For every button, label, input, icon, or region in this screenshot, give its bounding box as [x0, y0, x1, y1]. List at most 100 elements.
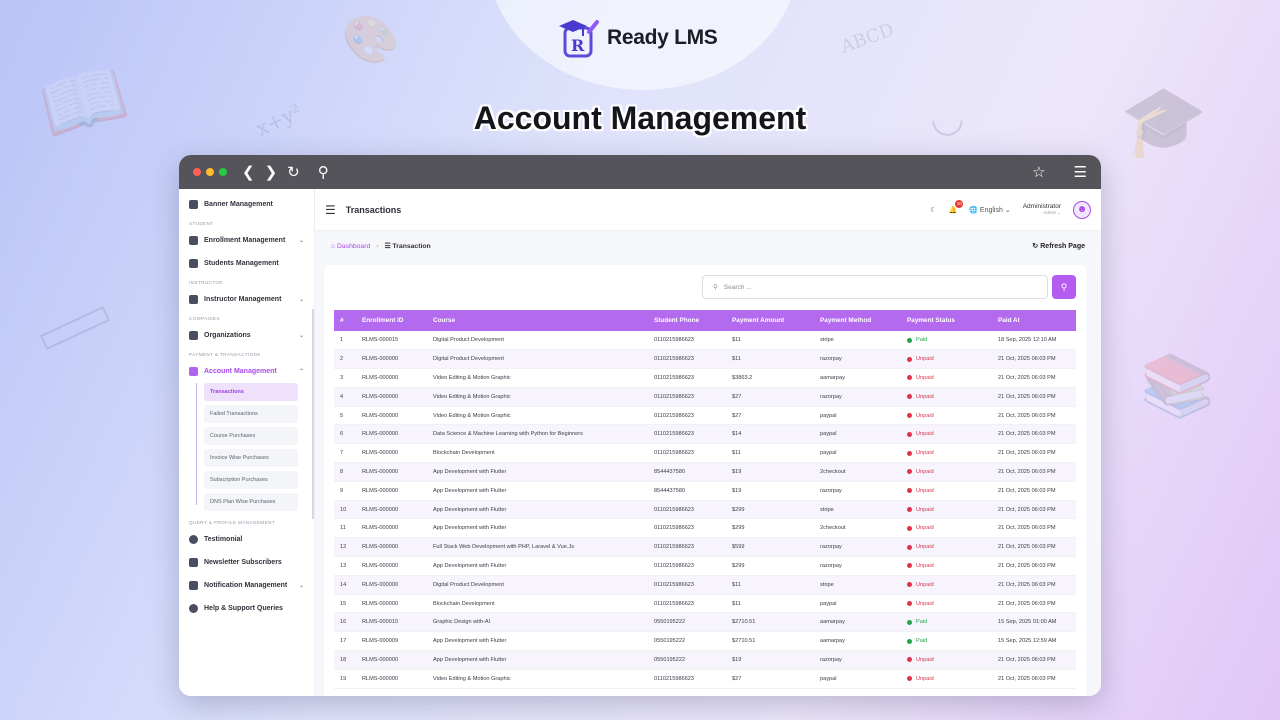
maximize-window-button[interactable] [219, 168, 227, 176]
sidebar-section-payment: PAYMENT & TRANSACTIONS [189, 352, 261, 357]
star-icon[interactable]: ☆ [1032, 163, 1045, 181]
table-cell: 0110215986623 [654, 506, 695, 513]
status-badge: Unpaid [907, 507, 986, 513]
table-row[interactable]: 18 RLMS-000000 App Development with Flutte… [334, 650, 1076, 670]
notification-bell-icon[interactable]: 🔔 10 [949, 199, 964, 214]
submenu-item-invoice-wise-purchases[interactable]: Invoice Wise Purchases [204, 449, 298, 467]
table-row[interactable]: 17 RLMS-000009 App Development with Flutte… [334, 632, 1076, 651]
search-input[interactable]: ⚲ Search ... [702, 275, 1048, 299]
sidebar-item-instructor-management[interactable]: Instructor Management ⌄ [179, 288, 314, 311]
table-cell: RLMS-000000 [362, 581, 399, 588]
column-header[interactable]: Course [427, 310, 648, 331]
enrollment-icon [189, 236, 198, 245]
status-badge: Unpaid [907, 676, 986, 682]
breadcrumb-home-link[interactable]: ⌂ Dashboard [331, 243, 370, 250]
sidebar-item-help-support-queries[interactable]: Help & Support Queries [179, 597, 314, 620]
table-row[interactable]: 12 RLMS-000000 Full Stack Web Development … [334, 537, 1076, 557]
status-badge: Unpaid [907, 413, 986, 419]
refresh-page-button[interactable]: ↻ Refresh Page [1032, 242, 1085, 250]
column-header[interactable]: Student Phone [648, 310, 726, 331]
table-row[interactable]: 8 RLMS-000000 App Development with Flutter… [334, 462, 1076, 482]
notification-count-badge: 10 [955, 199, 964, 208]
submenu-item-course-purchases[interactable]: Course Purchases [204, 427, 298, 445]
table-row[interactable]: 19 RLMS-000000 Video Editing & Motion Grap… [334, 669, 1076, 689]
table-row[interactable]: 13 RLMS-000000 App Development with Flutte… [334, 557, 1076, 576]
column-header[interactable]: Payment Amount [726, 310, 814, 331]
table-row[interactable]: 6 RLMS-000000 Data Science & Machine Learn… [334, 424, 1076, 444]
table-cell: Video Editing & Motion Graphic [433, 374, 511, 381]
sidebar-item-enrollment-management[interactable]: Enrollment Management ⌄ [179, 229, 314, 252]
table-cell: $27 [732, 412, 742, 419]
column-header[interactable]: # [334, 310, 356, 331]
column-header[interactable]: Payment Status [901, 310, 992, 331]
sidebar-section-companies: COMPANIES [189, 316, 220, 321]
table-cell: Full Stack Web Development with PHP, Lar… [433, 544, 575, 551]
hamburger-menu-icon[interactable]: ☰ [325, 203, 336, 217]
table-row[interactable]: 16 RLMS-000010 Graphic Design with-AI 05501… [334, 612, 1076, 632]
close-window-button[interactable] [193, 168, 201, 176]
avatar[interactable]: ☻ [1073, 200, 1091, 219]
table-row[interactable]: 2 RLMS-000000 Digital Product Development 0… [334, 349, 1076, 369]
table-cell: 0110215986623 [654, 675, 695, 682]
table-row[interactable]: 5 RLMS-000000 Video Editing & Motion Graph… [334, 406, 1076, 425]
submenu-item-dns-plan-wise-purchases[interactable]: DNS Plan Wise Purchases [204, 493, 298, 511]
table-cell: 4 [340, 393, 344, 400]
sidebar-item-testimonial[interactable]: Testimonial [179, 528, 314, 551]
submenu-item-failed-transactions[interactable]: Failed Transactions [204, 405, 298, 423]
table-row[interactable]: 10 RLMS-000000 App Development with Flutte… [334, 500, 1076, 519]
dark-mode-toggle-icon[interactable]: ☾ [930, 206, 936, 214]
transactions-table: # Enrollment ID Course Student Phone Payment… [334, 310, 1076, 689]
status-badge: Unpaid [907, 469, 986, 475]
table-row[interactable]: 3 RLMS-000000 Video Editing & Motion Graph… [334, 369, 1076, 388]
table-cell: App Development with Flutter [433, 638, 507, 645]
sidebar-item-account-management[interactable]: Account Management ⌃ [179, 360, 314, 383]
table-cell: 0110215986623 [654, 412, 695, 419]
table-row[interactable]: 4 RLMS-000000 Video Editing & Motion Graph… [334, 387, 1076, 407]
table-row[interactable]: 11 RLMS-000000 App Development with Flutte… [334, 519, 1076, 538]
submenu-item-transactions[interactable]: Transactions [204, 383, 298, 401]
forward-icon[interactable]: ❯ [265, 163, 278, 181]
table-cell: $599 [732, 544, 745, 551]
language-selector[interactable]: 🌐 English ⌄ [969, 206, 1010, 214]
main-content: ☰ Transactions ☾ 🔔 10 🌐 English ⌄ Adminis… [315, 189, 1101, 696]
chevron-down-icon: ⌄ [298, 238, 304, 244]
search-button[interactable]: ⚲ [1052, 275, 1076, 299]
status-badge: Unpaid [907, 657, 986, 663]
sidebar-item-organizations[interactable]: Organizations ⌄ [179, 324, 314, 347]
table-row[interactable]: 7 RLMS-000000 Blockchain Development 011021… [334, 444, 1076, 463]
back-icon[interactable]: ❮ [242, 163, 255, 181]
column-header[interactable]: Enrollment ID [356, 310, 427, 331]
status-dot-icon [907, 601, 912, 607]
table-cell: $27 [732, 675, 742, 682]
table-cell: 17 [340, 638, 347, 645]
sidebar-item-banner-management[interactable]: Banner Management [179, 193, 314, 216]
payment-status-cell: Unpaid [901, 651, 992, 670]
table-row[interactable]: 1 RLMS-000015 Digital Product Development 0… [334, 331, 1076, 350]
table-row[interactable]: 15 RLMS-000000 Blockchain Development 01102… [334, 594, 1076, 613]
sidebar-item-students-management[interactable]: Students Management [179, 252, 314, 275]
table-cell: App Development with Flutter [433, 656, 507, 663]
column-header[interactable]: Payment Method [814, 310, 901, 331]
table-cell: 21 Oct, 2025 06:03 PM [998, 468, 1056, 475]
sidebar-item-notification-management[interactable]: Notification Management ⌄ [179, 574, 314, 597]
table-cell: 21 Oct, 2025 06:03 PM [998, 412, 1056, 419]
submenu-item-subscription-purchases[interactable]: Subscription Purchases [204, 471, 298, 489]
status-badge: Unpaid [907, 563, 986, 569]
sidebar-item-newsletter-subscribers[interactable]: Newsletter Subscribers [179, 551, 314, 574]
table-cell: $2710.51 [732, 619, 756, 626]
table-cell: Video Editing & Motion Graphic [433, 412, 511, 419]
column-header[interactable]: Paid At [992, 310, 1076, 331]
table-cell: 21 Oct, 2025 06:03 PM [998, 600, 1056, 607]
menu-icon[interactable]: ☰ [1074, 163, 1087, 181]
minimize-window-button[interactable] [206, 168, 214, 176]
table-cell: razorpay [820, 356, 842, 363]
table-row[interactable]: 14 RLMS-000000 Digital Product Development… [334, 575, 1076, 595]
user-menu[interactable]: Administrator Admin ⌄ [1023, 203, 1061, 215]
search-icon[interactable]: ⚲ [318, 163, 329, 181]
status-badge: Paid [907, 638, 986, 644]
table-row[interactable]: 9 RLMS-000000 App Development with Flutter… [334, 481, 1076, 501]
table-cell: 13 [340, 562, 347, 569]
reload-icon[interactable]: ↻ [287, 163, 300, 181]
chevron-down-icon: ⌄ [298, 583, 304, 589]
table-cell: 21 Oct, 2025 06:03 PM [998, 356, 1056, 363]
